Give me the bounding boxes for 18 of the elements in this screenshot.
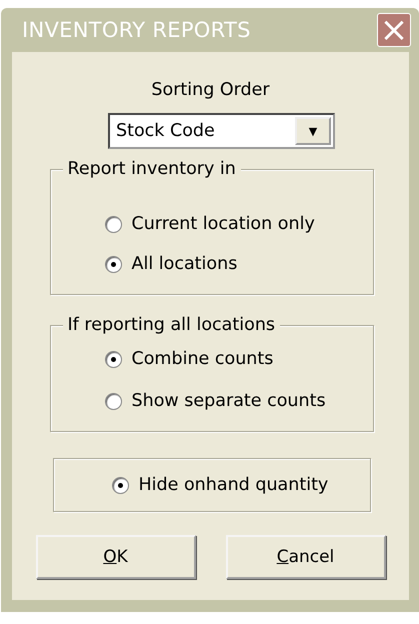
radio-option[interactable]: Current location only xyxy=(104,214,372,234)
dialog-button[interactable]: OK xyxy=(36,535,196,579)
group-legend: Report inventory in xyxy=(62,159,241,179)
radio-option[interactable]: Hide onhand quantity xyxy=(112,475,370,495)
radio-button[interactable] xyxy=(104,350,122,368)
sorting-order-label: Sorting Order xyxy=(151,80,270,100)
window-title: INVENTORY REPORTS xyxy=(21,18,251,42)
group-legend: If reporting all locations xyxy=(62,315,280,335)
radio-button[interactable] xyxy=(104,216,122,232)
radio-option[interactable]: Show separate counts xyxy=(104,391,372,411)
sorting-order-dropdown[interactable]: Stock Code ▼ xyxy=(108,113,335,149)
radio-button[interactable] xyxy=(104,392,122,410)
radio-button[interactable] xyxy=(112,476,128,494)
radio-button[interactable] xyxy=(104,256,122,272)
dialog-button[interactable]: Cancel xyxy=(226,535,386,579)
radio-option[interactable]: Combine counts xyxy=(104,349,372,369)
dropdown-arrow-button[interactable]: ▼ xyxy=(295,117,331,145)
radio-option[interactable]: All locations xyxy=(104,254,372,274)
